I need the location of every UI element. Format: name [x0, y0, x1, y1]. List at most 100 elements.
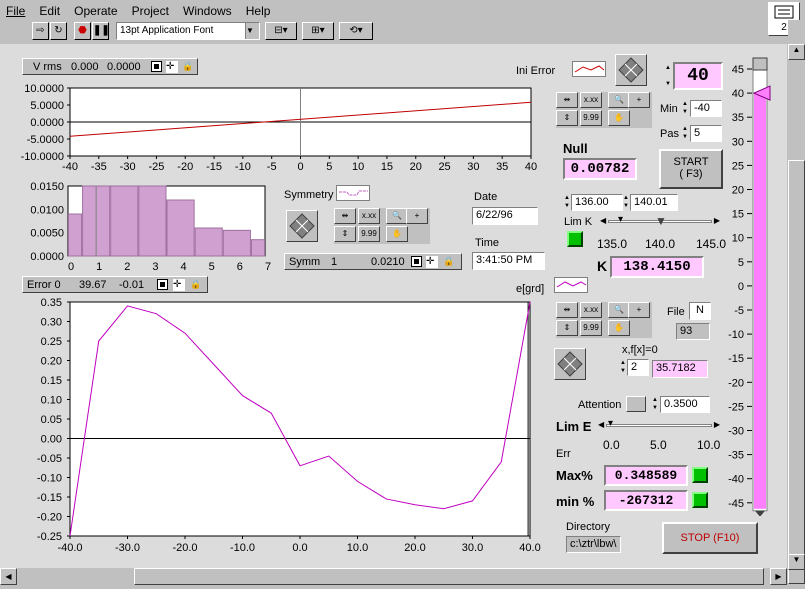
bot-x-autoscale-icon[interactable]: ⇹	[556, 302, 578, 318]
abort-button[interactable]: ⬣	[74, 22, 91, 40]
y-autoscale-icon[interactable]: ⇕	[334, 226, 356, 242]
font-select[interactable]: 13pt Application Font ▼	[116, 22, 260, 40]
menu-operate[interactable]: Operate	[68, 0, 122, 18]
lock-icon[interactable]: 🔒	[182, 61, 193, 73]
bottom-crosshair-icon[interactable]: ✛	[173, 279, 185, 291]
top-chart-plot-legend[interactable]	[572, 61, 606, 77]
lime-thumb[interactable]: ▾	[608, 418, 613, 429]
bottom-x-tick-label: 20.0	[404, 542, 425, 554]
crosshair-icon[interactable]: ✛	[166, 61, 178, 73]
vslider-fill	[754, 93, 766, 509]
scroll-down-arrow-icon[interactable]: ▼	[788, 554, 805, 570]
limk-led[interactable]	[567, 231, 583, 247]
vertical-slider[interactable]: 45 40 35 30 25 20 15 10 5 0 -5 -10 -15 -20 -25 -30 -35 -4…	[722, 56, 788, 517]
reorder-button[interactable]: ⟲▾	[339, 22, 373, 40]
bottom-chart-plot-legend[interactable]	[554, 277, 588, 293]
pas-field[interactable]: 5	[690, 125, 722, 142]
hist-x-tick-label: 6	[237, 261, 243, 273]
scroll-h-thumb[interactable]	[134, 568, 764, 585]
cursor-x: 0.000	[71, 61, 99, 73]
zoom-icon[interactable]: 🔍	[386, 208, 408, 224]
min-pct-led[interactable]	[692, 492, 708, 508]
cursor-style-icon[interactable]	[151, 61, 162, 72]
big-value-display[interactable]: 40	[673, 62, 723, 90]
bottom-lock-icon[interactable]: 🔒	[190, 279, 201, 291]
symm-crosshair-icon[interactable]: ✛	[426, 256, 438, 268]
symm-cursor-style-icon[interactable]	[411, 256, 422, 267]
bottom-legend-line-icon	[556, 281, 587, 288]
hist-y-tick-label: 0.0150	[30, 181, 64, 193]
k-slider[interactable]: ◀ ▶ ▾ ▼	[600, 214, 720, 230]
x-tick-label: 30	[467, 161, 479, 173]
run-arrow-button[interactable]: ⇨	[32, 22, 49, 40]
hand-icon[interactable]: ✋	[386, 226, 408, 242]
bottom-y-tick-label: 0.10	[41, 395, 62, 407]
min-field[interactable]: -40	[690, 100, 722, 117]
lime-tick-1: 5.0	[650, 438, 667, 452]
start-button[interactable]: START ( F3)	[659, 149, 723, 189]
top-cursor-plus-icon[interactable]: +	[628, 92, 650, 108]
min-spinner[interactable]: ▲ ▼	[681, 100, 689, 116]
menu-file[interactable]: File	[0, 0, 30, 18]
symmetry-plot-legend[interactable]	[336, 185, 370, 201]
top-hand-icon[interactable]: ✋	[608, 110, 630, 126]
range-hi-spinner[interactable]: ▲ ▼	[622, 194, 630, 210]
scroll-up-arrow-icon[interactable]: ▲	[788, 44, 805, 60]
max-led[interactable]	[692, 467, 708, 483]
bottom-pan-diamond-icon[interactable]	[554, 348, 586, 380]
menu-edit[interactable]: Edit	[33, 0, 65, 18]
distribute-objects-button[interactable]: ⊞▾	[302, 22, 334, 40]
scroll-v-thumb[interactable]	[788, 160, 805, 584]
symmetry-pan-diamond-icon[interactable]	[286, 210, 318, 242]
pas-spinner[interactable]: ▲ ▼	[681, 125, 689, 141]
legend-line-icon	[574, 65, 605, 73]
root-label: x,f[x]=0	[622, 344, 658, 356]
pause-button[interactable]: ❚❚	[92, 22, 110, 40]
menu-project[interactable]: Project	[126, 0, 174, 18]
top-y-autoscale-icon[interactable]: ⇕	[556, 110, 578, 126]
root-index-spinner[interactable]: ▲ ▼	[619, 359, 627, 375]
run-continuous-button[interactable]: ↻	[50, 22, 67, 40]
align-objects-button[interactable]: ⊟▾	[265, 22, 297, 40]
big-value-spinner[interactable]: ▲ ▼	[664, 64, 672, 88]
top-y-format-icon[interactable]: 9.99	[580, 110, 602, 126]
range-lo-field[interactable]: 136.00	[571, 194, 623, 211]
top-graph-palette: ⇹ x.xx 🔍 + ⇕ 9.99 ✋	[556, 92, 652, 128]
y-format-icon[interactable]: 9.99	[358, 226, 380, 242]
menu-windows[interactable]: Windows	[177, 0, 237, 18]
bot-zoom-icon[interactable]: 🔍	[608, 302, 630, 318]
scroll-left-arrow-icon[interactable]: ◀	[0, 568, 17, 585]
cursor-plus-icon[interactable]: +	[406, 208, 428, 224]
range-hi-field[interactable]: 140.01	[630, 194, 678, 211]
vertical-scrollbar[interactable]: ▲ ▼	[788, 20, 805, 584]
x-autoscale-icon[interactable]: ⇹	[334, 208, 356, 224]
top-zoom-icon[interactable]: 🔍	[608, 92, 630, 108]
top-x-autoscale-icon[interactable]: ⇹	[556, 92, 578, 108]
attention-field[interactable]: 0.3500	[660, 396, 710, 413]
k-slider-lo-thumb[interactable]: ▾	[618, 214, 623, 225]
attention-toggle[interactable]	[626, 396, 646, 412]
bot-y-format-icon[interactable]: 9.99	[580, 320, 602, 336]
bot-x-format-icon[interactable]: x.xx	[580, 302, 602, 318]
lime-slider[interactable]: ◀ ▶ ▾	[598, 418, 720, 434]
bot-y-autoscale-icon[interactable]: ⇕	[556, 320, 578, 336]
x-format-icon[interactable]: x.xx	[358, 208, 380, 224]
hist-x-tick-label: 2	[124, 261, 130, 273]
range-lo-spinner[interactable]: ▲ ▼	[563, 194, 571, 210]
menu-help[interactable]: Help	[240, 0, 276, 18]
symm-lock-icon[interactable]: 🔒	[443, 256, 454, 268]
k-slider-hi-thumb[interactable]: ▼	[655, 214, 667, 228]
attention-spinner[interactable]: ▲ ▼	[651, 396, 659, 412]
bot-hand-icon[interactable]: ✋	[608, 320, 630, 336]
limk-label: Lim K	[564, 216, 593, 228]
top-x-format-icon[interactable]: x.xx	[580, 92, 602, 108]
bottom-x-tick-label: 0.0	[292, 542, 307, 554]
bottom-cursor-style-icon[interactable]	[157, 279, 168, 290]
hist-x-tick-label: 0	[68, 261, 74, 273]
top-pan-diamond-icon[interactable]	[615, 54, 647, 86]
root-index[interactable]: 2	[627, 359, 649, 376]
scroll-right-arrow-icon[interactable]: ▶	[770, 568, 787, 585]
horizontal-scrollbar[interactable]: ◀ ▶	[0, 568, 788, 585]
bot-cursor-plus-icon[interactable]: +	[628, 302, 650, 318]
stop-button[interactable]: STOP (F10)	[662, 522, 758, 554]
